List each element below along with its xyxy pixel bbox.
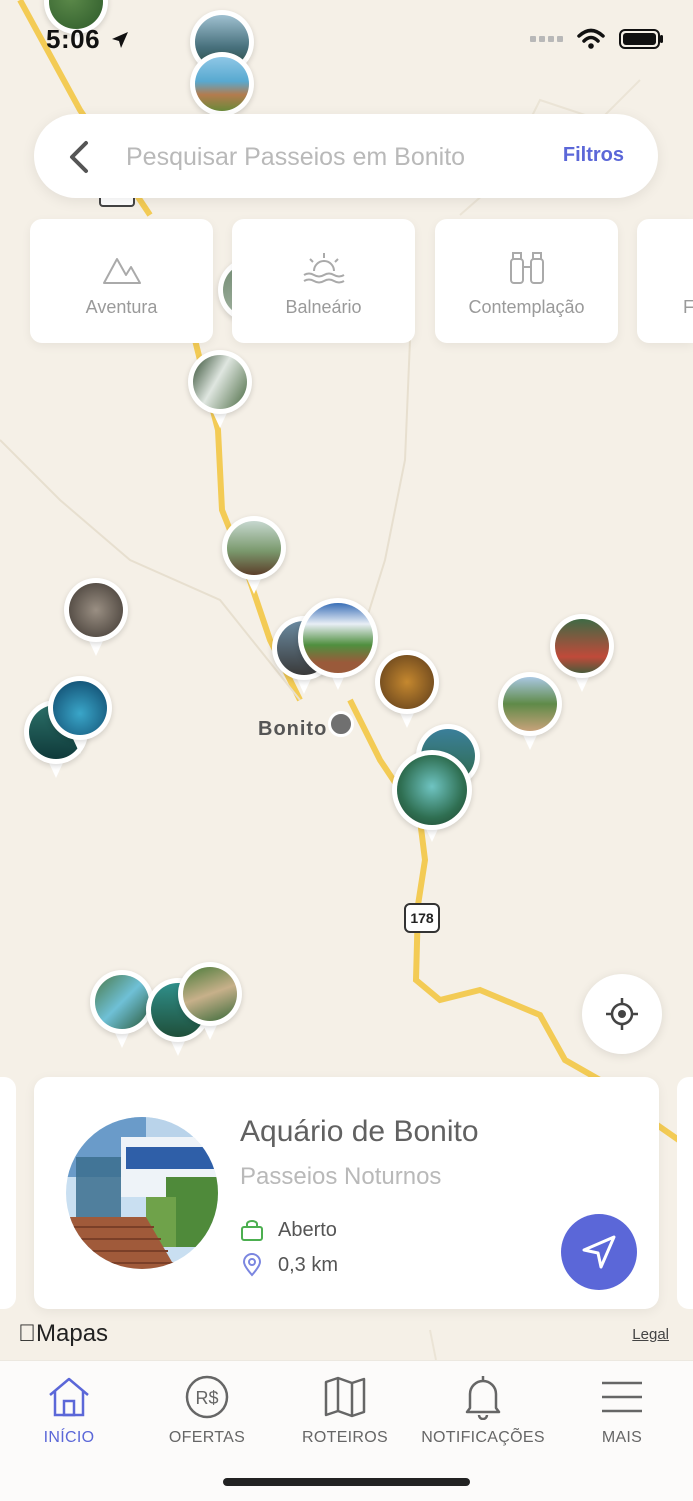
tab-roteiros[interactable]: ROTEIROS [276, 1373, 414, 1447]
map-pin[interactable] [392, 750, 472, 850]
route-badge: 178 [404, 903, 440, 933]
maps-attribution: Mapas [18, 1320, 108, 1348]
home-icon [49, 1377, 89, 1417]
locate-button[interactable] [582, 974, 662, 1054]
navigate-button[interactable] [561, 1214, 637, 1290]
status-time: 5:06 [46, 24, 101, 54]
search-input[interactable] [124, 132, 528, 182]
category-partial[interactable]: F [637, 219, 693, 343]
city-label: Bonito [258, 718, 328, 740]
open-status: Aberto [278, 1219, 337, 1241]
tab-label: ROTEIROS [302, 1429, 388, 1446]
crosshair-icon [606, 998, 638, 1030]
navigation-arrow-icon [582, 1235, 616, 1269]
tab-label: NOTIFICAÇÕES [421, 1429, 545, 1446]
tab-ofertas[interactable]: R$ OFERTAS [138, 1373, 276, 1447]
category-contemplacao[interactable]: Contemplação [435, 219, 618, 343]
map-pin[interactable] [90, 970, 154, 1052]
map-pin[interactable] [178, 962, 242, 1044]
back-chevron-icon[interactable] [68, 140, 90, 174]
tab-mais[interactable]: MAIS [553, 1373, 691, 1447]
category-aventura[interactable]: Aventura [30, 219, 213, 343]
open-status-row: Aberto [240, 1219, 337, 1242]
location-arrow-icon [112, 32, 128, 48]
city-marker [328, 711, 354, 737]
category-label: Balneário [285, 297, 362, 317]
home-indicator[interactable] [223, 1478, 470, 1486]
map-pin[interactable] [375, 650, 439, 732]
tab-inicio[interactable]: INÍCIO [0, 1373, 138, 1447]
place-category: Passeios Noturnos [240, 1163, 442, 1190]
search-bar: Filtros [34, 114, 658, 198]
tab-label: OFERTAS [168, 1429, 246, 1446]
menu-icon [602, 1381, 642, 1413]
sunrise-water-icon [302, 253, 345, 284]
currency-icon: R$ [185, 1375, 229, 1419]
mountain-icon [102, 258, 141, 284]
map-icon [324, 1376, 366, 1418]
binoculars-icon [509, 252, 544, 284]
filters-button[interactable]: Filtros [563, 144, 624, 167]
bell-icon [465, 1376, 501, 1420]
battery-icon [619, 29, 663, 49]
shop-open-icon [241, 1219, 263, 1241]
map-pin[interactable] [188, 350, 252, 432]
distance-value: 0,3 km [278, 1253, 339, 1276]
maps-brand: Mapas [18, 1320, 108, 1347]
next-card-edge[interactable] [677, 1077, 693, 1309]
tab-label: INÍCIO [43, 1429, 95, 1446]
location-pin-icon [242, 1253, 262, 1277]
category-label: F [683, 297, 693, 317]
status-indicators [530, 28, 665, 50]
map-pin[interactable] [222, 516, 286, 598]
map-pin[interactable] [48, 676, 112, 758]
distance-row: 0,3 km [240, 1253, 338, 1277]
wifi-icon [577, 28, 605, 49]
svg-text:R$: R$ [195, 1388, 218, 1408]
category-label: Aventura [85, 297, 158, 317]
legal-link[interactable]: Legal [632, 1326, 669, 1343]
apple-logo-icon:  [18, 1320, 36, 1347]
tab-label: MAIS [601, 1429, 643, 1446]
map-pin[interactable] [550, 614, 614, 696]
category-balneario[interactable]: Balneário [232, 219, 415, 343]
category-label: Contemplação [468, 297, 585, 317]
place-thumbnail [66, 1117, 218, 1269]
map-pin[interactable] [64, 578, 128, 660]
tab-notificacoes[interactable]: NOTIFICAÇÕES [414, 1373, 552, 1447]
map-pin-selected[interactable] [298, 598, 378, 698]
prev-card-edge[interactable] [0, 1077, 16, 1309]
signal-icon [530, 36, 563, 42]
place-card[interactable]: Aquário de Bonito Passeios Noturnos Aber… [34, 1077, 659, 1309]
place-title: Aquário de Bonito [240, 1115, 479, 1148]
